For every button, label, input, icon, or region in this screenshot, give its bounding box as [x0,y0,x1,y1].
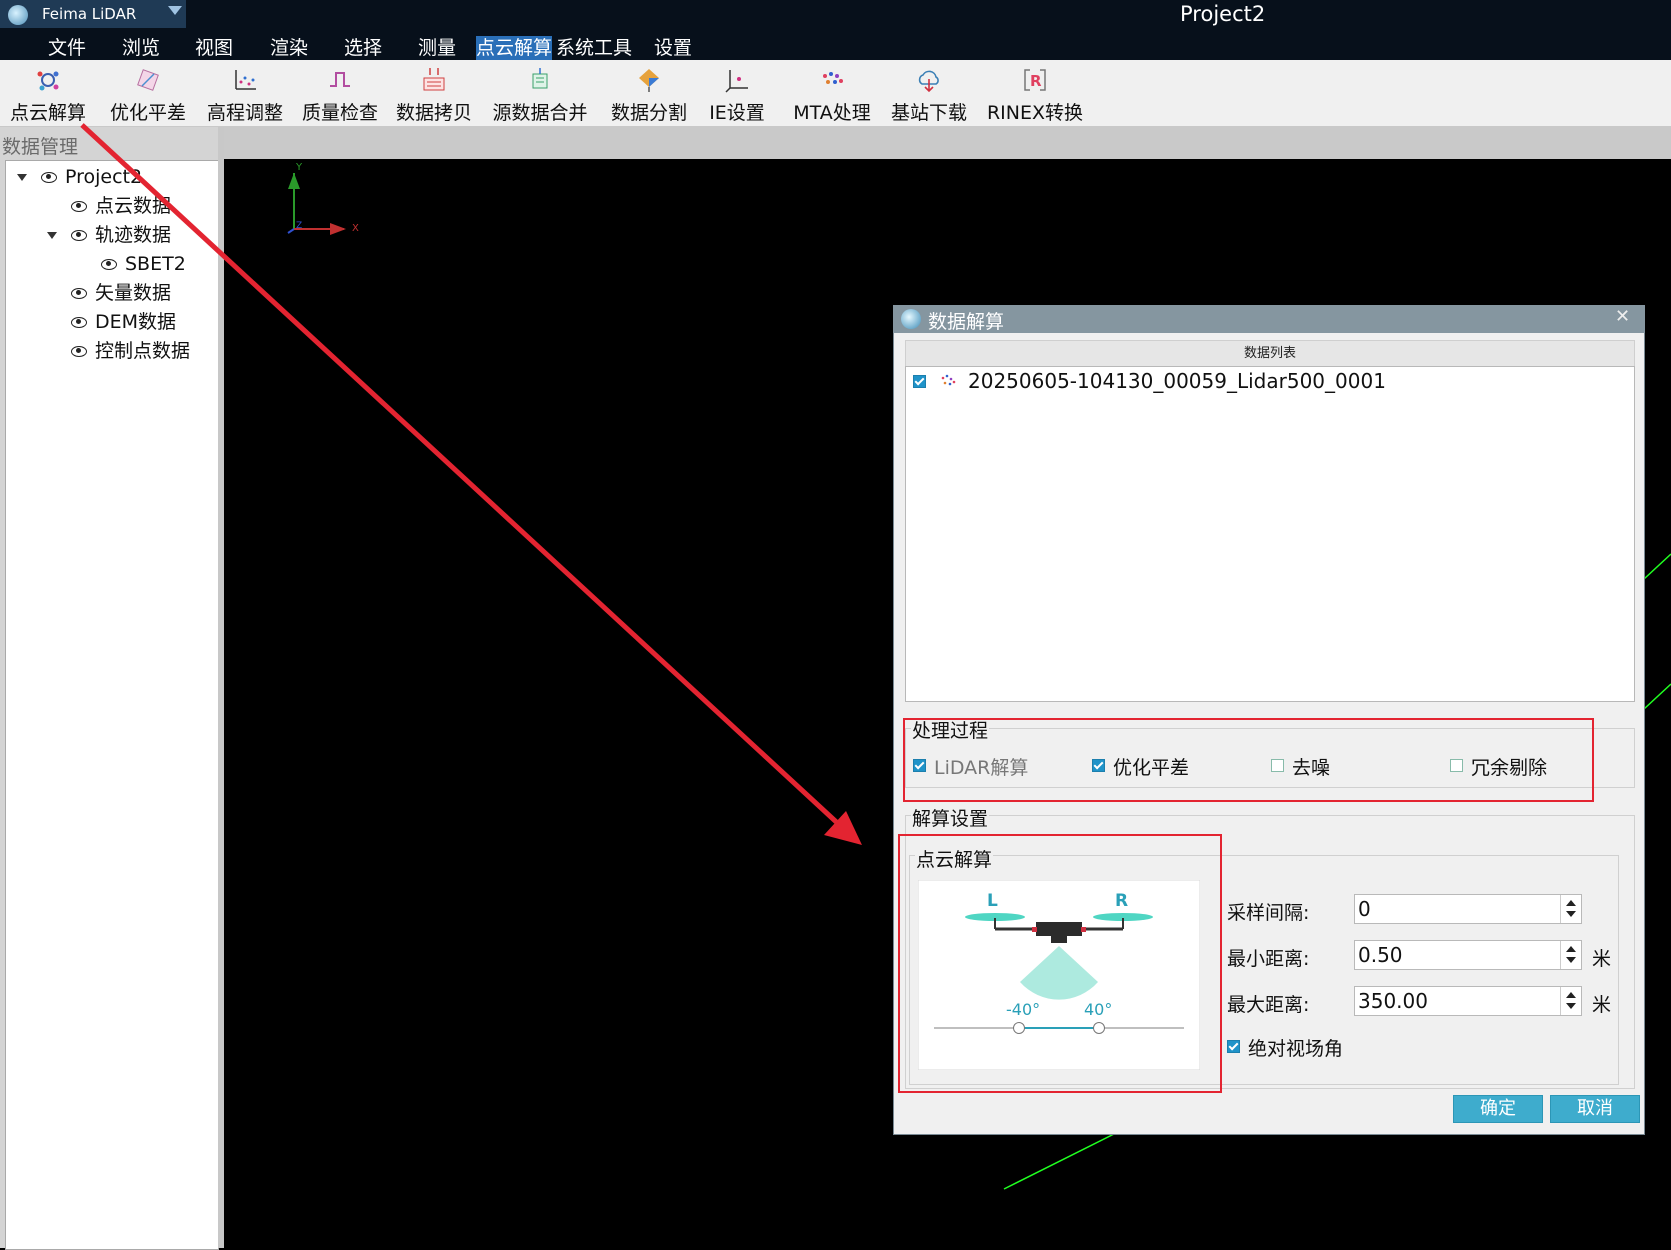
annotation-arrow [80,123,862,845]
